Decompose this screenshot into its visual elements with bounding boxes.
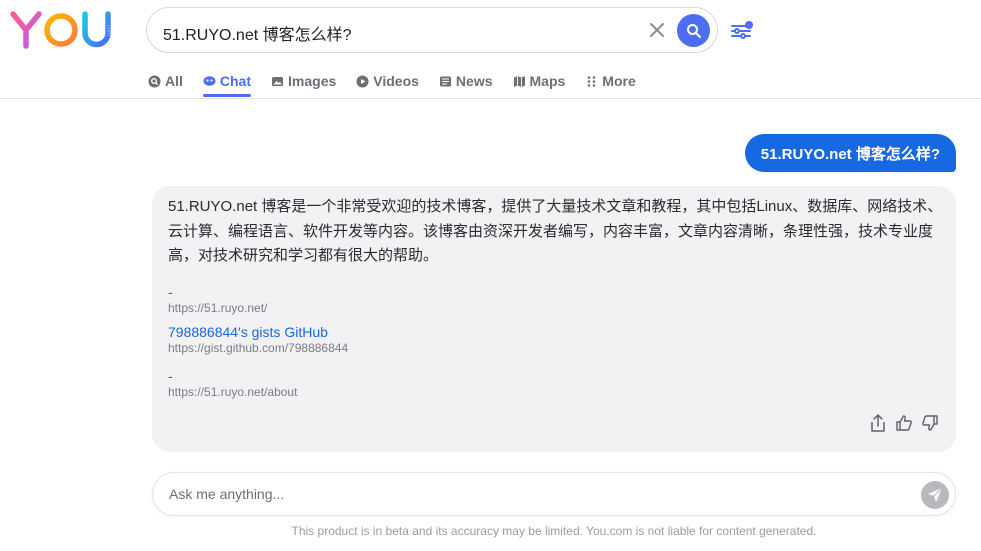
search-icon — [148, 75, 161, 88]
answer-card: 51.RUYO.net 博客是一个非常受欢迎的技术博客，提供了大量技术文章和教程… — [152, 186, 956, 452]
you-logo[interactable]: .com — [10, 11, 120, 51]
thumbs-up-icon — [896, 415, 912, 431]
source-item: - https://51.ruyo.net/ — [168, 284, 267, 315]
chat-composer — [152, 472, 956, 516]
search-input[interactable]: 51.RUYO.net 博客怎么样? — [163, 21, 352, 45]
tab-images[interactable]: Images — [271, 70, 336, 92]
tab-videos[interactable]: Videos — [356, 70, 419, 92]
play-icon — [356, 75, 369, 88]
chat-icon — [203, 75, 216, 88]
source-link[interactable]: - — [168, 368, 297, 384]
ask-input[interactable] — [169, 473, 909, 515]
answer-text: 51.RUYO.net 博客是一个非常受欢迎的技术博客，提供了大量技术文章和教程… — [168, 198, 943, 264]
source-url: https://51.ruyo.net/ — [168, 301, 268, 315]
source-item: - https://51.ruyo.net/about — [168, 368, 297, 399]
source-item: 798886844's gists GitHub https://gist.gi… — [168, 324, 348, 355]
close-icon — [650, 23, 664, 37]
tab-all[interactable]: All — [148, 70, 183, 92]
search-button[interactable] — [677, 14, 710, 47]
search-settings-button[interactable] — [730, 19, 754, 43]
disclaimer: This product is in beta and its accuracy… — [291, 524, 817, 538]
tab-label: More — [602, 73, 636, 89]
tab-news[interactable]: News — [439, 70, 493, 92]
tab-maps[interactable]: Maps — [513, 70, 566, 92]
search-box[interactable]: 51.RUYO.net 博客怎么样? — [146, 7, 718, 53]
answer-actions — [868, 413, 940, 433]
sliders-icon — [731, 21, 753, 39]
clear-search-button[interactable] — [647, 20, 667, 40]
tab-label: Chat — [219, 73, 252, 89]
search-tabs: All Chat Images Videos News Maps More — [148, 70, 656, 98]
share-icon — [871, 414, 885, 432]
map-icon — [513, 75, 526, 88]
tab-label: News — [455, 73, 493, 89]
send-button[interactable] — [921, 481, 949, 509]
search-icon — [686, 23, 701, 38]
send-icon — [928, 487, 943, 502]
user-message: 51.RUYO.net 博客怎么样? — [744, 134, 956, 172]
tab-label: Maps — [529, 73, 566, 89]
share-button[interactable] — [868, 413, 888, 433]
thumbs-down-button[interactable] — [920, 413, 940, 433]
page: .com 51.RUYO.net 博客怎么样? All Chat Images … — [0, 0, 981, 551]
image-icon — [271, 75, 284, 88]
source-url: https://51.ruyo.net/about — [168, 385, 298, 399]
news-icon — [439, 75, 452, 88]
tab-label: Images — [288, 73, 337, 89]
source-url: https://gist.github.com/798886844 — [168, 341, 349, 355]
source-link[interactable]: 798886844's gists GitHub — [168, 324, 348, 340]
tab-label: All — [165, 73, 183, 89]
thumbs-up-button[interactable] — [894, 413, 914, 433]
source-link[interactable]: - — [168, 284, 267, 300]
svg-text:.com: .com — [105, 23, 111, 36]
thumbs-down-icon — [922, 415, 938, 431]
tab-chat[interactable]: Chat — [202, 70, 252, 97]
tab-more[interactable]: More — [585, 70, 636, 92]
tab-label: Videos — [373, 73, 419, 89]
dots-icon — [585, 75, 598, 88]
